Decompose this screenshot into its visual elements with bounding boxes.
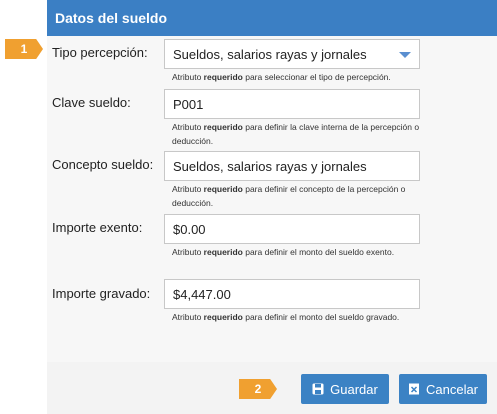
concepto-sueldo-value: Sueldos, salarios rayas y jornales <box>173 158 367 174</box>
tipo-percepcion-label: Tipo percepción: <box>52 45 148 60</box>
importe-gravado-input[interactable]: $4,447.00 <box>164 279 420 309</box>
concepto-sueldo-input[interactable]: Sueldos, salarios rayas y jornales <box>164 151 420 181</box>
cancel-button[interactable]: Cancelar <box>399 374 487 404</box>
concepto-sueldo-hint: Atributo requerido para definir el conce… <box>172 184 406 208</box>
cancel-document-icon <box>408 383 419 395</box>
importe-exento-label: Importe exento: <box>52 220 143 235</box>
step-badge-2: 2 <box>239 379 277 399</box>
tipo-percepcion-value: Sueldos, salarios rayas y jornales <box>173 46 367 62</box>
clave-sueldo-label: Clave sueldo: <box>52 95 131 110</box>
importe-exento-value: $0.00 <box>173 221 206 237</box>
floppy-disk-icon <box>312 383 324 395</box>
importe-gravado-hint: Atributo requerido para definir el monto… <box>172 312 400 322</box>
clave-sueldo-input[interactable]: P001 <box>164 89 420 119</box>
chevron-down-icon <box>399 52 411 58</box>
clave-sueldo-value: P001 <box>173 96 204 112</box>
concepto-sueldo-label: Concepto sueldo: <box>52 157 154 172</box>
importe-exento-hint: Atributo requerido para definir el monto… <box>172 247 395 257</box>
importe-exento-input[interactable]: $0.00 <box>164 214 420 244</box>
importe-gravado-label: Importe gravado: <box>52 286 151 301</box>
step-badge-1: 1 <box>5 39 43 59</box>
save-button[interactable]: Guardar <box>301 374 389 404</box>
clave-sueldo-hint: Atributo requerido para definir la clave… <box>172 122 420 146</box>
importe-gravado-value: $4,447.00 <box>173 286 231 302</box>
save-button-label: Guardar <box>330 381 378 397</box>
tipo-percepcion-select[interactable]: Sueldos, salarios rayas y jornales <box>164 39 420 69</box>
cancel-button-label: Cancelar <box>425 381 479 397</box>
tipo-percepcion-hint: Atributo requerido para seleccionar el t… <box>172 72 391 82</box>
panel-title: Datos del sueldo <box>47 0 497 36</box>
